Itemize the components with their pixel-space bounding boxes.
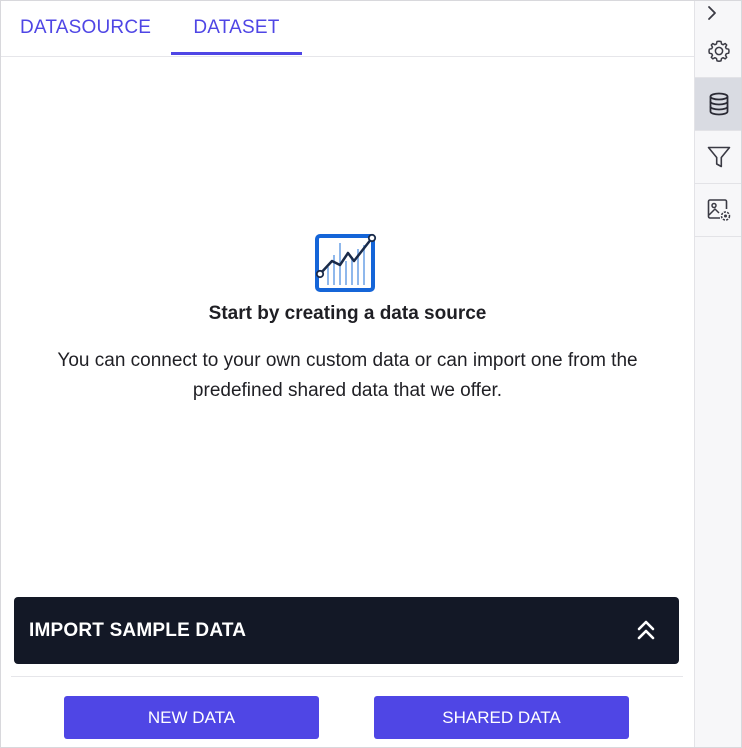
footer-divider <box>11 676 683 677</box>
database-icon <box>709 92 729 116</box>
active-tab-indicator <box>171 52 302 55</box>
import-sample-data-panel[interactable]: IMPORT SAMPLE DATA <box>14 597 679 664</box>
rail-item-data[interactable] <box>695 78 741 131</box>
image-settings-icon <box>707 199 731 221</box>
tab-datasource[interactable]: DATASOURCE <box>20 1 151 55</box>
gear-icon <box>708 40 730 62</box>
rail-item-image-settings[interactable] <box>695 184 741 237</box>
rail-item-filter[interactable] <box>695 131 741 184</box>
app-frame: DATASOURCE DATASET Start by creating a d… <box>0 0 742 748</box>
filter-icon <box>707 146 731 168</box>
data-panel: DATASOURCE DATASET Start by creating a d… <box>1 1 694 747</box>
import-sample-data-label: IMPORT SAMPLE DATA <box>29 620 247 641</box>
tab-dataset[interactable]: DATASET <box>171 1 302 55</box>
empty-state-description: You can connect to your own custom data … <box>57 350 638 401</box>
properties-rail <box>694 1 741 747</box>
empty-state-title: Start by creating a data source <box>208 303 487 324</box>
tab-bar: DATASOURCE DATASET <box>1 1 694 57</box>
line-chart-icon <box>315 233 377 292</box>
shared-data-button[interactable]: SHARED DATA <box>374 696 629 739</box>
new-data-button[interactable]: NEW DATA <box>64 696 319 739</box>
rail-item-settings[interactable] <box>695 25 741 78</box>
chevron-double-up-icon[interactable] <box>635 618 657 642</box>
chevron-right-icon <box>708 6 716 20</box>
collapse-rail-button[interactable] <box>695 1 741 25</box>
